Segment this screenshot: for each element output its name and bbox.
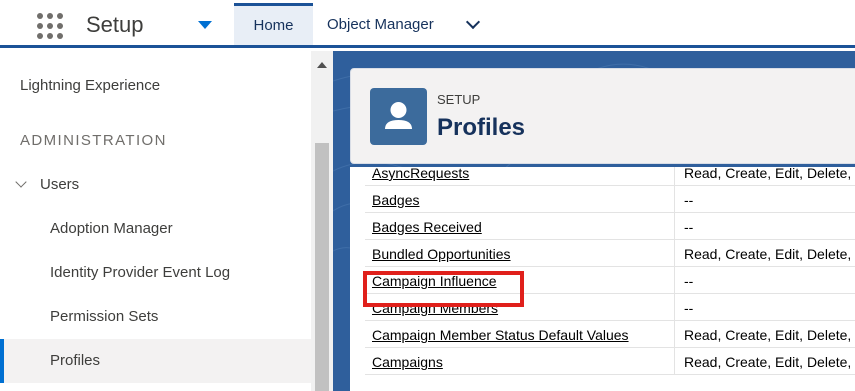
object-name-link[interactable]: AsyncRequests [372,167,469,181]
scrollbar-thumb[interactable] [315,143,329,391]
object-permissions: -- [684,300,694,316]
table-row: Campaigns Read, Create, Edit, Delete, [365,348,855,375]
table-row: Badges Received -- [365,213,855,240]
sidebar-item-identity-provider-event-log[interactable]: Identity Provider Event Log [0,264,311,281]
table-row: Badges -- [365,186,855,213]
table-row: Bundled Opportunities Read, Create, Edit… [365,240,855,267]
page-title: Profiles [437,114,526,141]
object-name-link[interactable]: Campaign Member Status Default Values [372,327,629,343]
profile-icon [370,88,427,145]
column-divider [674,167,675,186]
app-menu-caret-icon[interactable] [198,21,212,29]
column-divider [674,294,675,321]
object-name-link[interactable]: Badges [372,192,419,208]
column-divider [674,213,675,240]
sidebar-scrollbar[interactable] [311,51,333,391]
highlight-box [363,271,524,307]
column-divider [674,267,675,294]
page-eyebrow: SETUP [437,92,481,107]
object-permissions: Read, Create, Edit, Delete, [684,246,852,262]
column-divider [674,348,675,375]
table-row: AsyncRequests Read, Create, Edit, Delete… [365,167,855,186]
object-name-link[interactable]: Badges Received [372,219,482,235]
main-content: SETUP Profiles AsyncRequests Read, Creat… [333,51,855,391]
tab-object-manager[interactable]: Object Manager [313,3,448,45]
object-permissions: -- [684,192,694,208]
sidebar-item-adoption-manager[interactable]: Adoption Manager [0,220,311,237]
object-name-link[interactable]: Bundled Opportunities [372,246,511,262]
object-permissions: Read, Create, Edit, Delete, [684,327,852,343]
setup-window: Setup Home Object Manager Lightning Expe… [0,0,855,391]
global-header: Setup Home Object Manager [0,0,855,48]
sidebar-item-lightning-experience[interactable]: Lightning Experience [0,77,311,94]
object-permissions: Read, Create, Edit, Delete, [684,167,852,181]
sidebar-heading-administration: ADMINISTRATION [20,132,167,149]
tab-home[interactable]: Home [234,3,313,45]
column-divider [674,321,675,348]
sidebar-item-permission-sets[interactable]: Permission Sets [0,308,311,325]
object-permissions: Read, Create, Edit, Delete, [684,354,852,370]
scroll-up-arrow-icon[interactable] [317,62,327,68]
app-launcher-icon[interactable] [37,13,63,39]
object-permissions: -- [684,219,694,235]
sidebar-item-users[interactable]: Users [0,176,311,193]
page-header: SETUP Profiles [350,68,855,164]
setup-sidebar: Lightning Experience ADMINISTRATION User… [0,51,311,391]
app-title: Setup [86,12,144,37]
table-row: Campaign Member Status Default Values Re… [365,321,855,348]
column-divider [674,240,675,267]
object-name-link[interactable]: Campaigns [372,354,443,370]
sidebar-item-profiles[interactable]: Profiles [0,339,311,383]
object-permissions: -- [684,273,694,289]
column-divider [674,186,675,213]
chevron-down-icon[interactable] [465,14,481,30]
